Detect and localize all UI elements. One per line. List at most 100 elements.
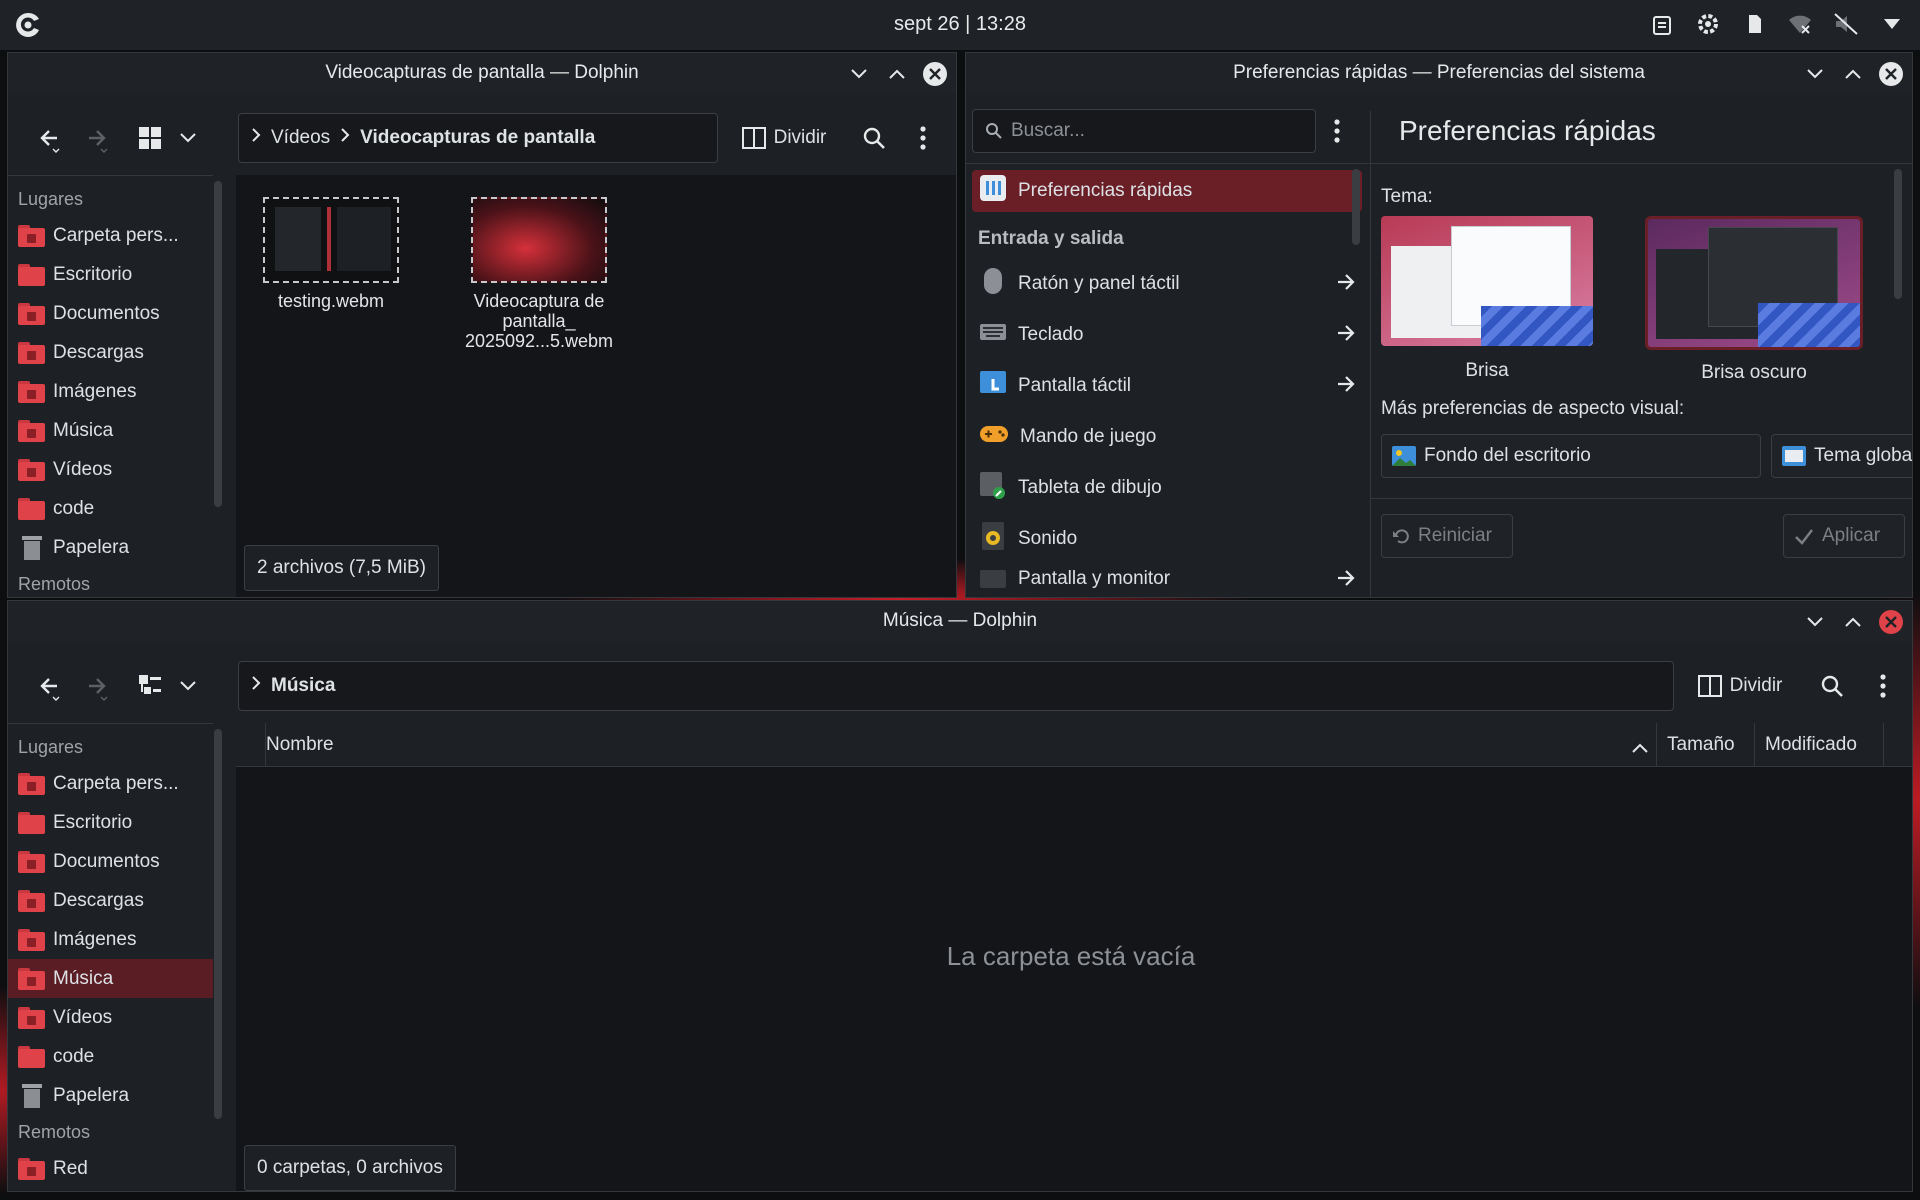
- sidebar-item-touchscreen[interactable]: Pantalla táctil: [966, 360, 1370, 411]
- place-code[interactable]: code: [8, 1037, 213, 1076]
- place-trash[interactable]: Papelera: [8, 1076, 213, 1115]
- network-folder-icon: [18, 1157, 45, 1180]
- arrow-right-icon: [1336, 323, 1356, 349]
- place-code[interactable]: code: [8, 489, 213, 528]
- settings-content: Tema: Brisa Brisa oscuro Más preferencia…: [1371, 163, 1912, 597]
- view-mode-chevron-icon[interactable]: [173, 666, 203, 706]
- place-videos[interactable]: Vídeos: [8, 998, 213, 1037]
- search-field[interactable]: Buscar...: [972, 109, 1316, 153]
- place-home[interactable]: Carpeta pers...: [8, 764, 213, 803]
- folder-icon: [18, 497, 45, 520]
- split-button[interactable]: Dividir: [734, 118, 834, 158]
- place-pictures[interactable]: Imágenes: [8, 920, 213, 959]
- place-documents[interactable]: Documentos: [8, 294, 213, 333]
- details-view-icon[interactable]: [130, 666, 170, 706]
- minimize-button[interactable]: [1802, 61, 1828, 87]
- monitor-icon: [980, 568, 1006, 594]
- places-scrollbar[interactable]: [214, 729, 222, 1119]
- back-button[interactable]: [30, 118, 70, 158]
- close-button[interactable]: [1878, 61, 1904, 87]
- file-view: Nombre Tamaño Modificado La carpeta está…: [236, 723, 1912, 1191]
- sidebar-item-display[interactable]: Pantalla y monitor: [966, 564, 1370, 594]
- volume-muted-icon[interactable]: [1832, 10, 1860, 38]
- clock[interactable]: sept 26 | 13:28: [0, 13, 1920, 36]
- apply-button[interactable]: Aplicar: [1783, 514, 1905, 558]
- sidebar-item-gamepad[interactable]: Mando de juego: [966, 411, 1370, 462]
- wallpaper-button[interactable]: Fondo del escritorio: [1381, 434, 1761, 478]
- reset-button[interactable]: Reiniciar: [1381, 514, 1513, 558]
- sidebar-item-sound[interactable]: Sonido: [966, 513, 1370, 564]
- sidebar-item-quick-settings[interactable]: Preferencias rápidas: [972, 170, 1362, 212]
- menu-kebab-icon[interactable]: [1868, 666, 1898, 706]
- place-desktop[interactable]: Escritorio: [8, 803, 213, 842]
- forward-button[interactable]: [78, 666, 118, 706]
- global-theme-button[interactable]: Tema global: [1771, 434, 1912, 478]
- search-icon[interactable]: [856, 118, 892, 158]
- window-title: Música — Dolphin: [8, 601, 1912, 641]
- place-pictures[interactable]: Imágenes: [8, 372, 213, 411]
- breadcrumb-current[interactable]: Videocapturas de pantalla: [360, 127, 595, 149]
- downloads-folder-icon: [18, 341, 45, 364]
- quick-settings-icon: [980, 175, 1006, 207]
- settings-gear-icon[interactable]: [1694, 10, 1722, 38]
- breadcrumb[interactable]: Vídeos Videocapturas de pantalla: [238, 113, 718, 163]
- places-panel: Lugares Carpeta pers... Escritorio Docum…: [8, 175, 213, 597]
- search-icon[interactable]: [1814, 666, 1850, 706]
- remote-section-label: Remotos: [18, 1122, 91, 1142]
- place-downloads[interactable]: Descargas: [8, 333, 213, 372]
- breadcrumb[interactable]: Música: [238, 661, 1674, 711]
- place-music[interactable]: Música: [8, 959, 213, 998]
- theme-preview: [1381, 216, 1593, 346]
- wifi-off-icon[interactable]: [1786, 10, 1814, 38]
- file-item[interactable]: testing.webm: [256, 197, 406, 312]
- file-item[interactable]: Videocaptura de pantalla_ 2025092...5.we…: [454, 197, 624, 351]
- checkmark-icon: [1795, 529, 1813, 545]
- forward-button[interactable]: [78, 118, 118, 158]
- menu-kebab-icon[interactable]: [1334, 119, 1340, 148]
- place-home[interactable]: Carpeta pers...: [8, 216, 213, 255]
- close-button[interactable]: [1878, 609, 1904, 635]
- sort-ascending-icon[interactable]: [1632, 737, 1648, 759]
- breadcrumb-parent[interactable]: Vídeos: [271, 127, 330, 149]
- place-documents[interactable]: Documentos: [8, 842, 213, 881]
- theme-breeze[interactable]: Brisa: [1381, 216, 1593, 382]
- desktop-folder-icon: [18, 263, 45, 286]
- maximize-button[interactable]: [884, 61, 910, 87]
- places-section-label: Lugares: [18, 737, 84, 757]
- sd-card-icon[interactable]: [1740, 10, 1768, 38]
- menu-kebab-icon[interactable]: [908, 118, 938, 158]
- place-videos[interactable]: Vídeos: [8, 450, 213, 489]
- close-button[interactable]: [922, 61, 948, 87]
- sidebar-item-mouse[interactable]: Ratón y panel táctil: [966, 258, 1370, 309]
- clipboard-icon[interactable]: [1648, 10, 1676, 38]
- places-scrollbar[interactable]: [214, 181, 222, 507]
- place-downloads[interactable]: Descargas: [8, 881, 213, 920]
- place-desktop[interactable]: Escritorio: [8, 255, 213, 294]
- column-name[interactable]: Nombre: [266, 734, 334, 756]
- sidebar-scrollbar[interactable]: [1352, 169, 1360, 245]
- split-button[interactable]: Dividir: [1690, 666, 1790, 706]
- back-button[interactable]: [30, 666, 70, 706]
- window-title: Videocapturas de pantalla — Dolphin: [8, 53, 956, 93]
- home-folder-icon: [18, 224, 45, 247]
- breadcrumb-current[interactable]: Música: [271, 675, 335, 697]
- undo-icon: [1393, 529, 1409, 544]
- minimize-button[interactable]: [1802, 609, 1828, 635]
- column-modified[interactable]: Modificado: [1754, 723, 1884, 767]
- view-mode-chevron-icon[interactable]: [173, 118, 203, 158]
- icons-view-icon[interactable]: [130, 118, 170, 158]
- place-music[interactable]: Música: [8, 411, 213, 450]
- content-scrollbar[interactable]: [1894, 169, 1902, 299]
- documents-folder-icon: [18, 850, 45, 873]
- chevron-down-icon[interactable]: [1878, 10, 1906, 38]
- theme-breeze-dark[interactable]: Brisa oscuro: [1645, 216, 1863, 384]
- maximize-button[interactable]: [1840, 61, 1866, 87]
- more-appearance-label: Más preferencias de aspecto visual:: [1381, 398, 1685, 419]
- sidebar-item-drawing-tablet[interactable]: Tableta de dibujo: [966, 462, 1370, 513]
- sidebar-item-keyboard[interactable]: Teclado: [966, 309, 1370, 360]
- column-size[interactable]: Tamaño: [1656, 723, 1754, 767]
- minimize-button[interactable]: [846, 61, 872, 87]
- maximize-button[interactable]: [1840, 609, 1866, 635]
- place-trash[interactable]: Papelera: [8, 528, 213, 567]
- place-network[interactable]: Red: [8, 1149, 213, 1188]
